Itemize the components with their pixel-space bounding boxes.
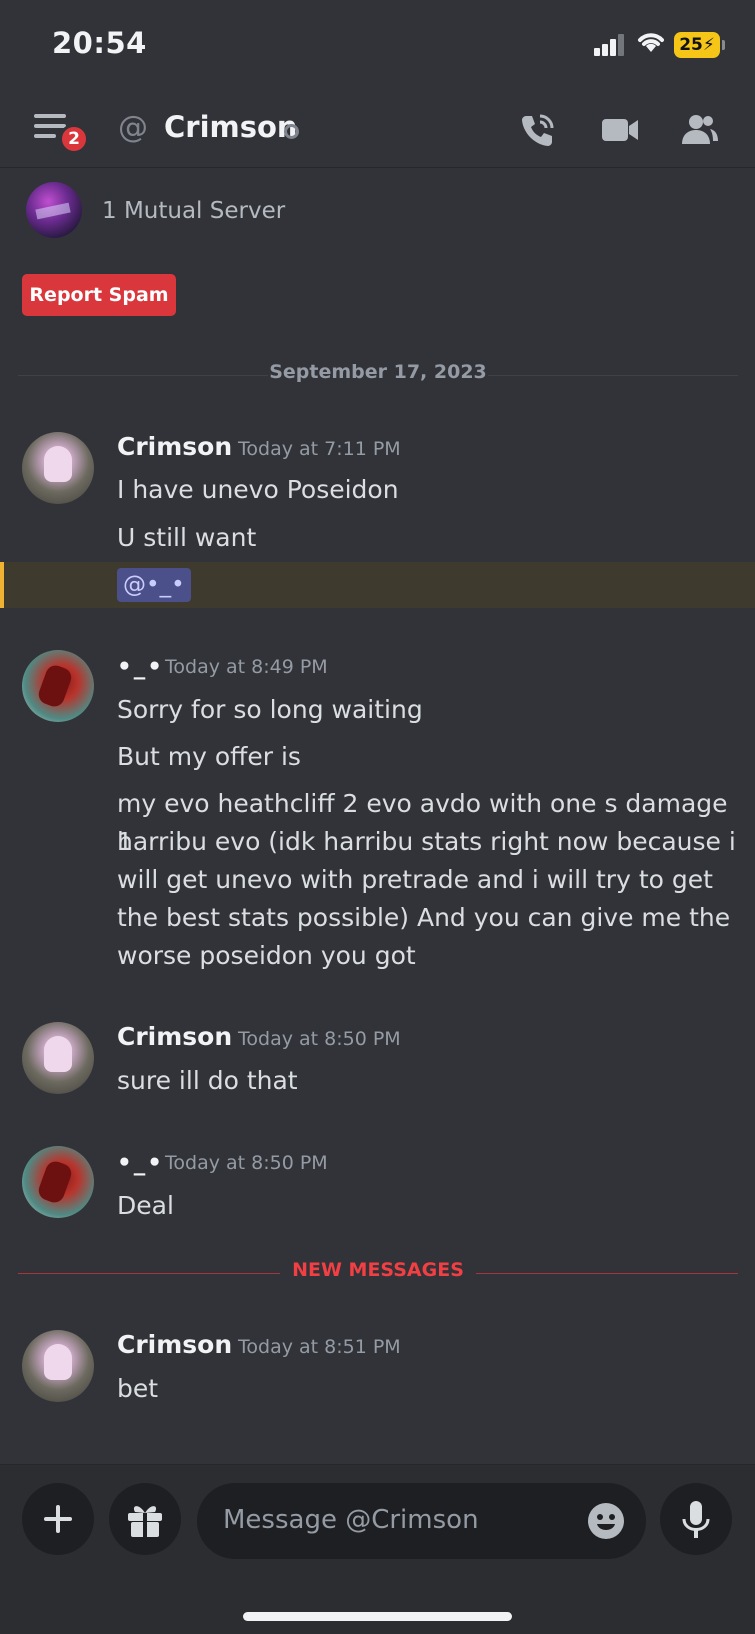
wifi-icon bbox=[638, 33, 664, 52]
message-text: U still want bbox=[117, 523, 257, 552]
message-timestamp: Today at 8:50 PM bbox=[238, 1028, 401, 1050]
message-author[interactable]: •_• bbox=[117, 1150, 164, 1176]
plus-icon bbox=[44, 1505, 72, 1533]
message-author[interactable]: Crimson bbox=[117, 432, 232, 461]
message-text: Sorry for so long waiting bbox=[117, 695, 423, 724]
message-composer: Message @Crimson bbox=[0, 1464, 755, 1634]
message-text: worse poseidon you got bbox=[117, 941, 416, 970]
video-icon[interactable] bbox=[600, 110, 640, 150]
date-label: September 17, 2023 bbox=[269, 361, 487, 383]
members-icon[interactable] bbox=[680, 110, 720, 150]
battery-indicator: 25⚡ bbox=[674, 32, 725, 58]
message-author[interactable]: Crimson bbox=[117, 1022, 232, 1051]
call-icon[interactable] bbox=[518, 110, 558, 150]
microphone-icon bbox=[682, 1501, 710, 1538]
gift-icon bbox=[128, 1506, 162, 1537]
at-icon: @ bbox=[118, 110, 148, 145]
page-title[interactable]: Crimson bbox=[164, 110, 298, 144]
channel-header: 2 @ Crimson bbox=[0, 90, 755, 168]
message-text: sure ill do that bbox=[117, 1066, 298, 1095]
home-indicator[interactable] bbox=[243, 1612, 512, 1621]
emoji-icon[interactable] bbox=[587, 1502, 625, 1540]
date-divider: September 17, 2023 bbox=[18, 361, 738, 391]
avatar[interactable] bbox=[22, 1330, 94, 1402]
avatar[interactable] bbox=[22, 650, 94, 722]
clock: 20:54 bbox=[52, 26, 147, 60]
message-timestamp: Today at 7:11 PM bbox=[238, 438, 401, 460]
user-mention[interactable]: @•_• bbox=[117, 568, 191, 602]
message-input[interactable]: Message @Crimson bbox=[197, 1483, 646, 1559]
gift-button[interactable] bbox=[109, 1483, 181, 1555]
message-text: bet bbox=[117, 1374, 159, 1403]
message-text: Deal bbox=[117, 1191, 174, 1220]
voice-message-button[interactable] bbox=[660, 1483, 732, 1555]
avatar[interactable] bbox=[22, 1146, 94, 1218]
message-text: But my offer is bbox=[117, 742, 301, 771]
message-input-placeholder: Message @Crimson bbox=[223, 1505, 479, 1535]
status-bar: 20:54 25⚡ bbox=[0, 0, 755, 90]
mention-highlight: @•_• bbox=[0, 562, 755, 608]
avatar[interactable] bbox=[22, 432, 94, 504]
message-timestamp: Today at 8:51 PM bbox=[238, 1336, 401, 1358]
server-icon bbox=[26, 182, 82, 238]
new-messages-divider: NEW MESSAGES bbox=[18, 1259, 738, 1289]
message-author[interactable]: Crimson bbox=[117, 1330, 232, 1359]
message-timestamp: Today at 8:50 PM bbox=[165, 1152, 328, 1174]
report-spam-button[interactable]: Report Spam bbox=[22, 274, 176, 316]
cellular-signal-icon bbox=[594, 34, 626, 56]
offline-status-icon bbox=[284, 124, 299, 139]
message-author[interactable]: •_• bbox=[117, 654, 164, 680]
add-attachment-button[interactable] bbox=[22, 1483, 94, 1555]
avatar[interactable] bbox=[22, 1022, 94, 1094]
new-messages-label: NEW MESSAGES bbox=[292, 1259, 464, 1281]
message-text: will get unevo with pretrade and i will … bbox=[117, 865, 713, 894]
message-text: harribu evo (idk harribu stats right now… bbox=[117, 827, 736, 856]
message-text: I have unevo Poseidon bbox=[117, 475, 399, 504]
mutual-servers-label: 1 Mutual Server bbox=[102, 198, 286, 224]
message-timestamp: Today at 8:49 PM bbox=[165, 656, 328, 678]
message-text: the best stats possible) And you can giv… bbox=[117, 903, 731, 932]
unread-badge: 2 bbox=[59, 124, 89, 154]
